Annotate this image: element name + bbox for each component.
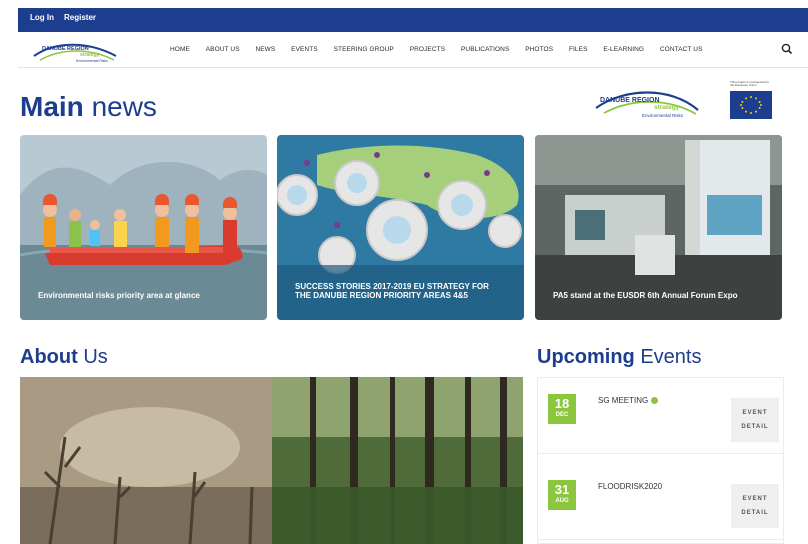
eu-flag: This project is co-financed by the Europ… bbox=[730, 81, 772, 119]
main-news-title-rest: news bbox=[91, 91, 157, 122]
news-card-caption: Environmental risks priority area at gla… bbox=[38, 290, 200, 300]
site-logo[interactable]: DANUBE REGION strategy Environmental Ris… bbox=[30, 36, 120, 64]
event-date-badge: 18 DEC bbox=[548, 394, 576, 424]
event-month: DEC bbox=[555, 412, 569, 418]
search-icon[interactable] bbox=[780, 42, 794, 56]
logo-line2: strategy bbox=[80, 52, 100, 58]
event-name[interactable]: SG MEETING bbox=[598, 396, 659, 405]
event-detail-button[interactable]: EVENT DETAIL bbox=[731, 484, 779, 528]
news-card-pa5-stand[interactable]: PA5 stand at the EUSDR 6th Annual Forum … bbox=[535, 135, 782, 320]
main-navigation: DANUBE REGION strategy Environmental Ris… bbox=[18, 32, 808, 68]
nav-item-events[interactable]: EVENTS bbox=[291, 46, 318, 53]
event-name[interactable]: FLOODRISK2020 bbox=[598, 482, 662, 491]
nav-item-news[interactable]: NEWS bbox=[255, 46, 275, 53]
logo-line3: Environmental Risks bbox=[76, 59, 108, 63]
about-us-title-bold: About bbox=[20, 346, 78, 368]
event-day: 18 bbox=[554, 396, 570, 411]
news-card-caption: PA5 stand at the EUSDR 6th Annual Forum … bbox=[553, 290, 738, 300]
partner-logo: DANUBE REGION strategy Environmental Ris… bbox=[592, 82, 702, 122]
event-detail-button[interactable]: EVENT DETAIL bbox=[731, 398, 779, 442]
about-us-title: About Us bbox=[20, 346, 108, 369]
event-name-text[interactable]: SG MEETING bbox=[598, 396, 648, 405]
upcoming-events-title-bold: Upcoming bbox=[537, 346, 635, 368]
top-bar: Log In Register bbox=[0, 0, 808, 32]
about-us-image bbox=[20, 377, 523, 544]
partner-logo-line2: strategy bbox=[654, 104, 680, 111]
login-link[interactable]: Log In bbox=[30, 13, 54, 22]
event-day: 31 bbox=[554, 482, 570, 497]
nav-item-files[interactable]: FILES bbox=[569, 46, 588, 53]
nav-item-contact-us[interactable]: CONTACT US bbox=[660, 46, 703, 53]
partner-logo-line1: DANUBE REGION bbox=[600, 97, 660, 104]
nav-item-photos[interactable]: PHOTOS bbox=[525, 46, 553, 53]
nav-item-steering-group[interactable]: STEERING GROUP bbox=[334, 46, 394, 53]
nav-item-projects[interactable]: PROJECTS bbox=[410, 46, 445, 53]
news-card-caption: SUCCESS STORIES 2017-2019 EU STRATEGY FO… bbox=[295, 281, 489, 300]
events-list: 18 DEC SG MEETING EVENT DETAIL 31 AUG FL… bbox=[537, 377, 785, 544]
top-strip: Log In Register bbox=[18, 8, 808, 32]
event-date-badge: 31 AUG bbox=[548, 480, 576, 510]
eu-caption: This project is co-financed by the Europ… bbox=[730, 81, 769, 88]
main-news-title-bold: Main bbox=[20, 91, 84, 122]
news-card-environmental-risks[interactable]: Environmental risks priority area at gla… bbox=[20, 135, 267, 320]
upcoming-events-title-rest: Events bbox=[640, 346, 702, 368]
nav-item-about-us[interactable]: ABOUT US bbox=[206, 46, 240, 53]
main-news-title: Main news bbox=[20, 91, 157, 123]
event-item: 18 DEC SG MEETING EVENT DETAIL bbox=[538, 378, 785, 454]
event-month: AUG bbox=[555, 498, 569, 504]
register-link[interactable]: Register bbox=[64, 13, 96, 22]
nav-item-e-learning[interactable]: E-LEARNING bbox=[603, 46, 644, 53]
partner-logo-line3: Environmental Risks bbox=[642, 113, 684, 118]
nav-item-home[interactable]: HOME bbox=[170, 46, 190, 53]
upcoming-events-title: Upcoming Events bbox=[537, 346, 702, 369]
event-item: 31 AUG FLOODRISK2020 EVENT DETAIL bbox=[538, 464, 785, 540]
nav-menu: HOME ABOUT US NEWS EVENTS STEERING GROUP… bbox=[170, 46, 717, 53]
status-dot-icon bbox=[651, 397, 659, 404]
news-card-success-stories[interactable]: SUCCESS STORIES 2017-2019 EU STRATEGY FO… bbox=[277, 135, 524, 320]
about-us-title-rest: Us bbox=[83, 346, 108, 368]
nav-item-publications[interactable]: PUBLICATIONS bbox=[461, 46, 509, 53]
